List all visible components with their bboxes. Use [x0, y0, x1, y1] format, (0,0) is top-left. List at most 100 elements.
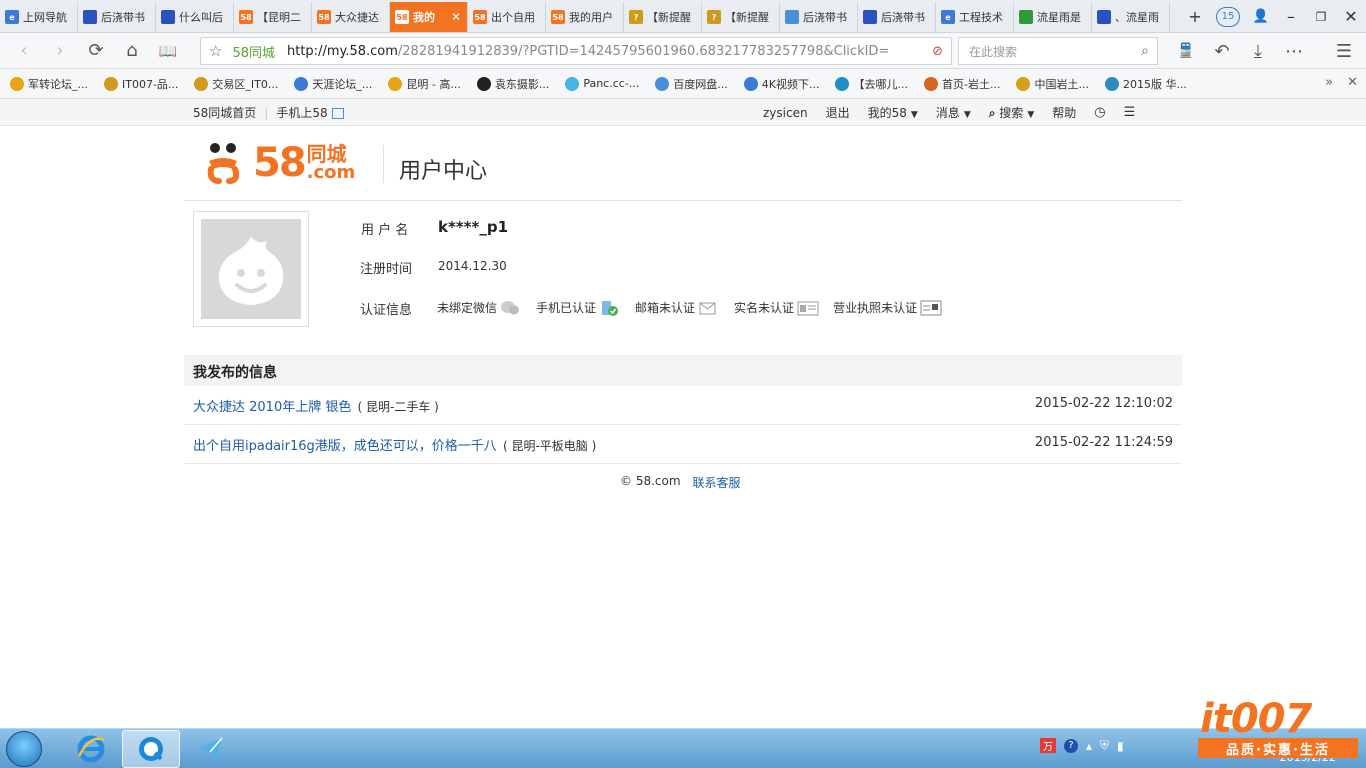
- bookmark-star-icon[interactable]: ☆: [209, 42, 222, 60]
- verify-phone[interactable]: 手机已认证: [536, 299, 619, 316]
- menu-icon[interactable]: ☰: [1124, 105, 1136, 120]
- 58-icon: 58: [239, 10, 253, 24]
- bookmark-item[interactable]: 【去哪儿...: [835, 76, 908, 92]
- tab-strip-controls: + 15 👤 – ❐ ✕: [1180, 0, 1366, 33]
- forward-arrow-icon[interactable]: ›: [42, 33, 78, 69]
- divider: |: [264, 105, 269, 120]
- username-link[interactable]: zysicen: [763, 106, 808, 120]
- verify-license[interactable]: 营业执照未认证: [833, 299, 942, 316]
- verify-realname-label: 实名未认证: [734, 301, 795, 315]
- tab-label: 【昆明二: [257, 11, 301, 24]
- shield-icon[interactable]: ⛨: [1100, 738, 1109, 753]
- browser-tab[interactable]: 后浇带书: [78, 2, 156, 32]
- url-host: http://my.58.com: [287, 43, 398, 59]
- browser-tab[interactable]: 58 出个自用: [468, 2, 546, 32]
- bookmark-label: 袁东摄影...: [494, 77, 550, 91]
- search-icon[interactable]: ⌕: [1141, 43, 1149, 59]
- menu-icon[interactable]: ☰: [1326, 33, 1362, 69]
- back-arrow-icon[interactable]: ‹: [6, 33, 42, 69]
- bookmark-label: 首页-岩土...: [941, 77, 1001, 91]
- email-icon: [698, 300, 718, 316]
- bookmark-item[interactable]: 军转论坛_...: [10, 76, 88, 92]
- bookmark-item[interactable]: 交易区_IT0...: [194, 76, 278, 92]
- help-link[interactable]: 帮助: [1052, 104, 1076, 121]
- blocked-content-icon[interactable]: ⊘: [932, 44, 943, 59]
- reading-book-icon[interactable]: 📖: [150, 33, 186, 69]
- browser-tab[interactable]: 58 我的 ✕: [390, 2, 468, 32]
- verify-wechat[interactable]: 未绑定微信: [437, 299, 520, 316]
- bookmark-item[interactable]: 首页-岩土...: [923, 76, 1001, 92]
- bookmark-favicon-icon: [835, 76, 850, 91]
- browser-tab[interactable]: 后浇带书: [780, 2, 858, 32]
- bookmark-item[interactable]: 2015版 华...: [1104, 76, 1187, 92]
- browser-search-input[interactable]: 在此搜索 ⌕: [958, 37, 1158, 65]
- bookmark-favicon-icon: [655, 76, 670, 91]
- browser-tab[interactable]: 58 【昆明二: [234, 2, 312, 32]
- browser-tab[interactable]: 后浇带书: [858, 2, 936, 32]
- browser-tab[interactable]: 58 大众捷达: [312, 2, 390, 32]
- home-icon[interactable]: ⌂: [114, 33, 150, 69]
- bookmark-item[interactable]: 百度网盘...: [655, 76, 728, 92]
- post-title-link[interactable]: 出个自用ipadair16g港版，成色还可以，价格一千八: [193, 439, 497, 454]
- avatar[interactable]: [193, 211, 309, 327]
- messages-menu[interactable]: 消息 ▼: [936, 104, 971, 121]
- messages-label: 消息: [935, 106, 960, 120]
- bookmark-label: 4K视频下...: [761, 77, 820, 91]
- my58-menu[interactable]: 我的58 ▼: [868, 104, 918, 121]
- browser-taskbar-icon[interactable]: [122, 730, 180, 768]
- messenger-taskbar-icon[interactable]: [182, 730, 240, 768]
- tab-label: 后浇带书: [881, 11, 925, 24]
- tab-label: 大众捷达: [335, 11, 379, 24]
- minimize-button[interactable]: –: [1276, 2, 1306, 32]
- bookmark-item[interactable]: 天涯论坛_...: [294, 76, 372, 92]
- bookmark-label: 2015版 华...: [1122, 77, 1187, 91]
- logout-link[interactable]: 退出: [826, 104, 850, 121]
- ie-taskbar-icon[interactable]: [62, 730, 120, 768]
- network-icon[interactable]: ▮: [1117, 739, 1124, 753]
- bookmark-favicon-icon: [476, 76, 491, 91]
- browser-tab[interactable]: 58 我的用户: [546, 2, 624, 32]
- bookmark-item[interactable]: 袁东摄影...: [476, 76, 550, 92]
- start-button[interactable]: [6, 731, 42, 767]
- chevron-double-right-icon[interactable]: »: [1325, 75, 1333, 90]
- more-icon[interactable]: ⋯: [1276, 33, 1312, 69]
- close-icon[interactable]: ✕: [1347, 75, 1358, 90]
- mobile-link[interactable]: 手机上58: [276, 104, 344, 121]
- bookmark-label: 【去哪儿...: [853, 77, 908, 91]
- verify-email[interactable]: 邮箱未认证: [635, 299, 718, 316]
- bookmark-item[interactable]: Panc.cc-...: [565, 76, 639, 91]
- post-title-link[interactable]: 大众捷达 2010年上牌 银色: [193, 400, 351, 415]
- contact-support-link[interactable]: 联系客服: [693, 474, 741, 491]
- browser-tab[interactable]: 什么叫后: [156, 2, 234, 32]
- address-bar[interactable]: ☆ 58同城 http://my.58.com /28281941912839/…: [200, 37, 952, 65]
- verify-realname[interactable]: 实名未认证: [734, 299, 819, 316]
- tab-count-badge[interactable]: 15: [1216, 6, 1240, 27]
- undo-close-icon[interactable]: ↶: [1204, 33, 1240, 69]
- browser-tab[interactable]: e 上网导航: [0, 2, 78, 32]
- bookmark-item[interactable]: 4K视频下...: [743, 76, 820, 92]
- input-method-icon[interactable]: 万: [1040, 738, 1056, 753]
- bookmark-item[interactable]: 昆明 - 高...: [388, 76, 461, 92]
- download-icon[interactable]: ⤓: [1240, 33, 1276, 69]
- browser-tab[interactable]: 流星雨是: [1014, 2, 1092, 32]
- search-menu[interactable]: ⌕ 搜索 ▼: [989, 104, 1035, 121]
- close-window-button[interactable]: ✕: [1336, 2, 1366, 32]
- browser-tab[interactable]: e 工程技术: [936, 2, 1014, 32]
- train-ticket-icon[interactable]: 🚆: [1168, 33, 1204, 69]
- bookmark-item[interactable]: 中国岩土...: [1016, 76, 1089, 92]
- bookmark-item[interactable]: IT007-品...: [104, 76, 178, 92]
- browser-tab[interactable]: ? 【新提醒: [702, 2, 780, 32]
- restore-button[interactable]: ❐: [1306, 2, 1336, 32]
- clock-icon[interactable]: ◷: [1094, 105, 1105, 120]
- new-tab-button[interactable]: +: [1180, 2, 1210, 32]
- help-icon[interactable]: ?: [1064, 738, 1078, 753]
- site-home-link[interactable]: 58同城首页: [193, 104, 256, 121]
- 58-logo[interactable]: 58 同城 .com: [205, 140, 355, 186]
- reload-icon[interactable]: ⟳: [78, 33, 114, 69]
- browser-tab[interactable]: ? 【新提醒: [624, 2, 702, 32]
- browser-tab[interactable]: 、流星雨: [1092, 2, 1170, 32]
- tray-expand-icon[interactable]: ▴: [1086, 739, 1092, 753]
- tab-label: 【新提醒: [647, 11, 691, 24]
- user-icon[interactable]: 👤: [1246, 2, 1276, 32]
- close-tab-icon[interactable]: ✕: [451, 10, 461, 24]
